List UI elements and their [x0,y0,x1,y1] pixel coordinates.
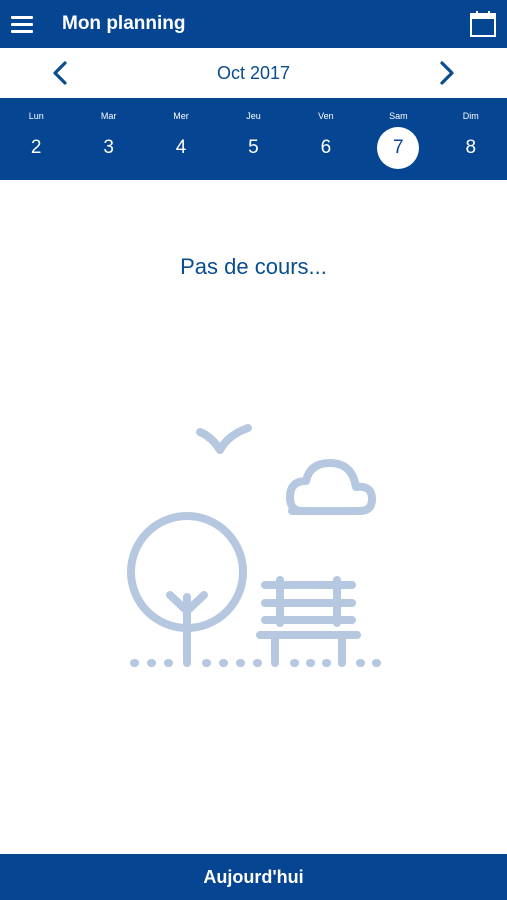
week-day-strip: Lun 2 Mar 3 Mer 4 Jeu 5 Ven 6 Sam 7 Dim … [0,98,507,180]
day-name: Dim [462,111,479,121]
day-name: Sam [389,111,408,121]
day-number: 2 [30,137,42,158]
day-number: 3 [103,137,114,158]
page-title: Mon planning [62,13,186,34]
day-wednesday[interactable]: Mer 4 [145,98,217,180]
day-name: Jeu [246,111,261,121]
app-bar: Mon planning [0,0,507,48]
calendar-icon[interactable] [469,10,497,38]
day-number: 4 [175,137,187,158]
cloud-icon [286,459,376,515]
park-bench-tree-illustration [127,424,381,667]
day-saturday-selected[interactable]: Sam 7 [362,98,434,180]
empty-state-message: Pas de cours... [180,254,327,279]
bird-icon [196,424,252,454]
hamburger-menu-icon[interactable] [4,0,40,48]
day-name: Lun [28,111,44,121]
chevron-left-icon[interactable] [48,60,74,86]
day-name: Mer [173,111,189,121]
day-tuesday[interactable]: Mar 3 [72,98,144,180]
day-number: 8 [465,137,477,158]
day-number: 5 [248,137,259,158]
day-sunday[interactable]: Dim 8 [435,98,507,180]
day-name: Mar [100,111,117,121]
day-number: 7 [377,127,420,169]
day-name: Ven [318,111,334,121]
day-number: 6 [320,137,332,158]
day-friday[interactable]: Ven 6 [290,98,362,180]
day-monday[interactable]: Lun 2 [0,98,72,180]
today-button[interactable]: Aujourd'hui [0,854,507,900]
month-navigator: Oct 2017 [0,48,507,98]
chevron-right-icon[interactable] [433,60,459,86]
month-label: Oct 2017 [216,62,291,83]
day-thursday[interactable]: Jeu 5 [217,98,289,180]
